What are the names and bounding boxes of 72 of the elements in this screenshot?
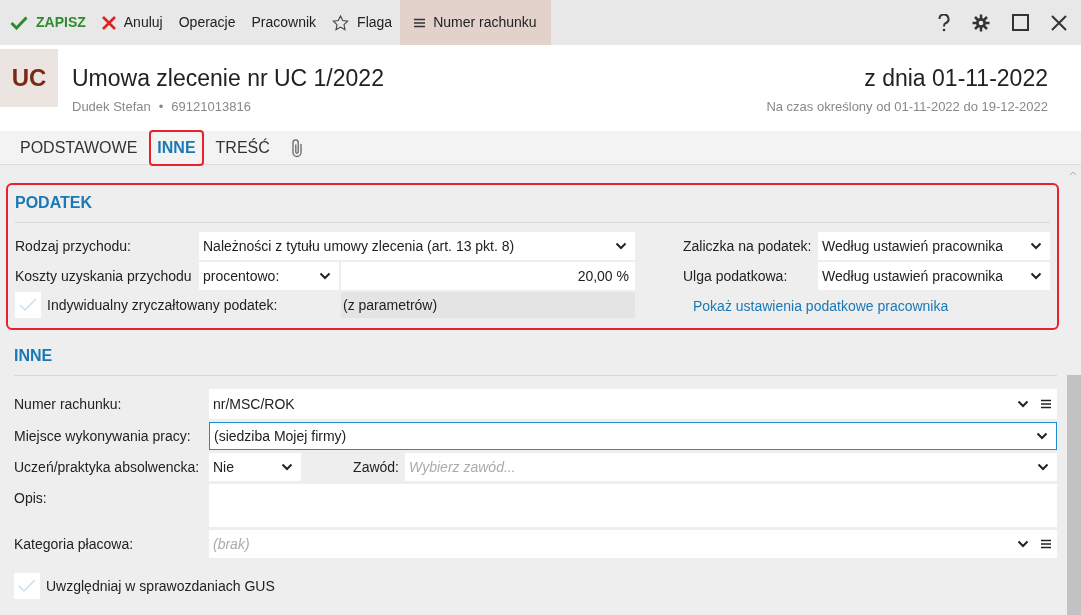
- field-value: (siedziba Mojej firmy): [214, 426, 347, 446]
- toolbar-button[interactable]: Flaga: [324, 0, 401, 45]
- paperclip-icon[interactable]: [289, 137, 304, 158]
- menu-icon[interactable]: [1041, 399, 1051, 409]
- toolbar-button[interactable]: ZAPISZ: [2, 0, 94, 45]
- field-placeholder: (brak): [213, 534, 250, 554]
- field-value: Według ustawień pracownika: [822, 266, 1004, 286]
- tab[interactable]: PODSTAWOWE: [14, 130, 144, 165]
- dropdown-field[interactable]: Należności z tytułu umowy zlecenia (art. 13 pkt. 8): [199, 232, 635, 260]
- tab[interactable]: INNE: [149, 129, 204, 166]
- readonly-field: (z parametrów): [341, 292, 635, 318]
- field-value: Nie: [213, 457, 234, 477]
- chevron-down-icon: [319, 272, 331, 280]
- employee-name: Dudek Stefan: [72, 98, 151, 116]
- percent-input[interactable]: 20,00 %: [341, 262, 635, 290]
- dropdown-field[interactable]: Według ustawień pracownika: [818, 262, 1050, 290]
- field-value: Należności z tytułu umowy zlecenia (art. 13 pkt. 8): [203, 236, 515, 256]
- section-title: INNE: [14, 344, 1057, 376]
- chevron-down-icon: [281, 463, 293, 471]
- settings-icon[interactable]: [972, 13, 990, 32]
- field-label: Uwzględniaj w sprawozdaniach GUS: [46, 576, 275, 596]
- toolbar-button[interactable]: Anuluj: [93, 0, 171, 45]
- toolbar-button[interactable]: Pracownik: [243, 0, 325, 45]
- maximize-icon[interactable]: [1012, 14, 1029, 31]
- close-icon: [101, 15, 116, 30]
- field-value: nr/MSC/ROK: [213, 394, 295, 414]
- chevron-down-icon: [1017, 400, 1029, 408]
- field-label: Zawód:: [353, 457, 399, 477]
- section-title: PODATEK: [15, 191, 1050, 223]
- dropdown-field[interactable]: (siedziba Mojej firmy): [209, 422, 1057, 450]
- toolbar-button[interactable]: Numer rachunku: [400, 0, 551, 45]
- dropdown-field[interactable]: Według ustawień pracownika: [818, 232, 1050, 260]
- field-label: Indywidualny zryczałtowany podatek:: [47, 295, 278, 315]
- field-placeholder: Wybierz zawód...: [409, 457, 516, 477]
- help-icon[interactable]: [938, 13, 950, 32]
- close-icon[interactable]: [1051, 14, 1067, 31]
- field-label: Miejsce wykonywania pracy:: [14, 426, 192, 446]
- menu-icon[interactable]: [1041, 539, 1051, 549]
- checkbox[interactable]: [14, 573, 40, 599]
- settings-link[interactable]: Pokaż ustawienia podatkowe pracownika: [693, 295, 949, 317]
- document-date: z dnia 01-11-2022: [864, 64, 1048, 92]
- chevron-down-icon: [1017, 540, 1029, 548]
- chevron-down-icon: [1037, 463, 1049, 471]
- separator-dot: •: [158, 98, 164, 116]
- field-label: Zaliczka na podatek:: [683, 236, 813, 256]
- toolbar-button[interactable]: Operacje: [170, 0, 244, 45]
- field-label: Koszty uzyskania przychodu: [15, 266, 193, 286]
- contract-period: Na czas określony od 01-11-2022 do 19-12-2022: [766, 98, 1048, 116]
- dropdown-field[interactable]: nr/MSC/ROK: [209, 389, 1057, 419]
- checkmark-icon: [10, 15, 28, 30]
- chevron-down-icon: [615, 242, 627, 250]
- menu-icon: [414, 17, 426, 28]
- checkbox[interactable]: [15, 292, 41, 318]
- field-label: Rodzaj przychodu:: [15, 236, 132, 256]
- chevron-down-icon: [1030, 242, 1042, 250]
- dropdown-field[interactable]: Nie: [209, 453, 301, 481]
- field-label: Kategoria płacowa:: [14, 534, 135, 554]
- field-label: Opis:: [14, 490, 47, 506]
- pesel-number: 69121013816: [171, 98, 251, 116]
- dropdown-field[interactable]: procentowo:: [199, 262, 339, 290]
- chevron-down-icon: [1036, 432, 1048, 440]
- tab[interactable]: TREŚĆ: [209, 130, 276, 165]
- field-label: Uczeń/praktyka absolwencka:: [14, 457, 201, 477]
- star-icon: [332, 14, 350, 31]
- field-label: Ulga podatkowa:: [683, 266, 789, 286]
- document-badge: UC: [0, 49, 58, 107]
- scrollbar-thumb[interactable]: [1067, 375, 1081, 615]
- field-label: Numer rachunku:: [14, 394, 123, 414]
- field-value: Według ustawień pracownika: [822, 236, 1004, 256]
- document-title: Umowa zlecenie nr UC 1/2022: [72, 64, 384, 92]
- chevron-down-icon: [1030, 272, 1042, 280]
- field-value: procentowo:: [203, 266, 280, 286]
